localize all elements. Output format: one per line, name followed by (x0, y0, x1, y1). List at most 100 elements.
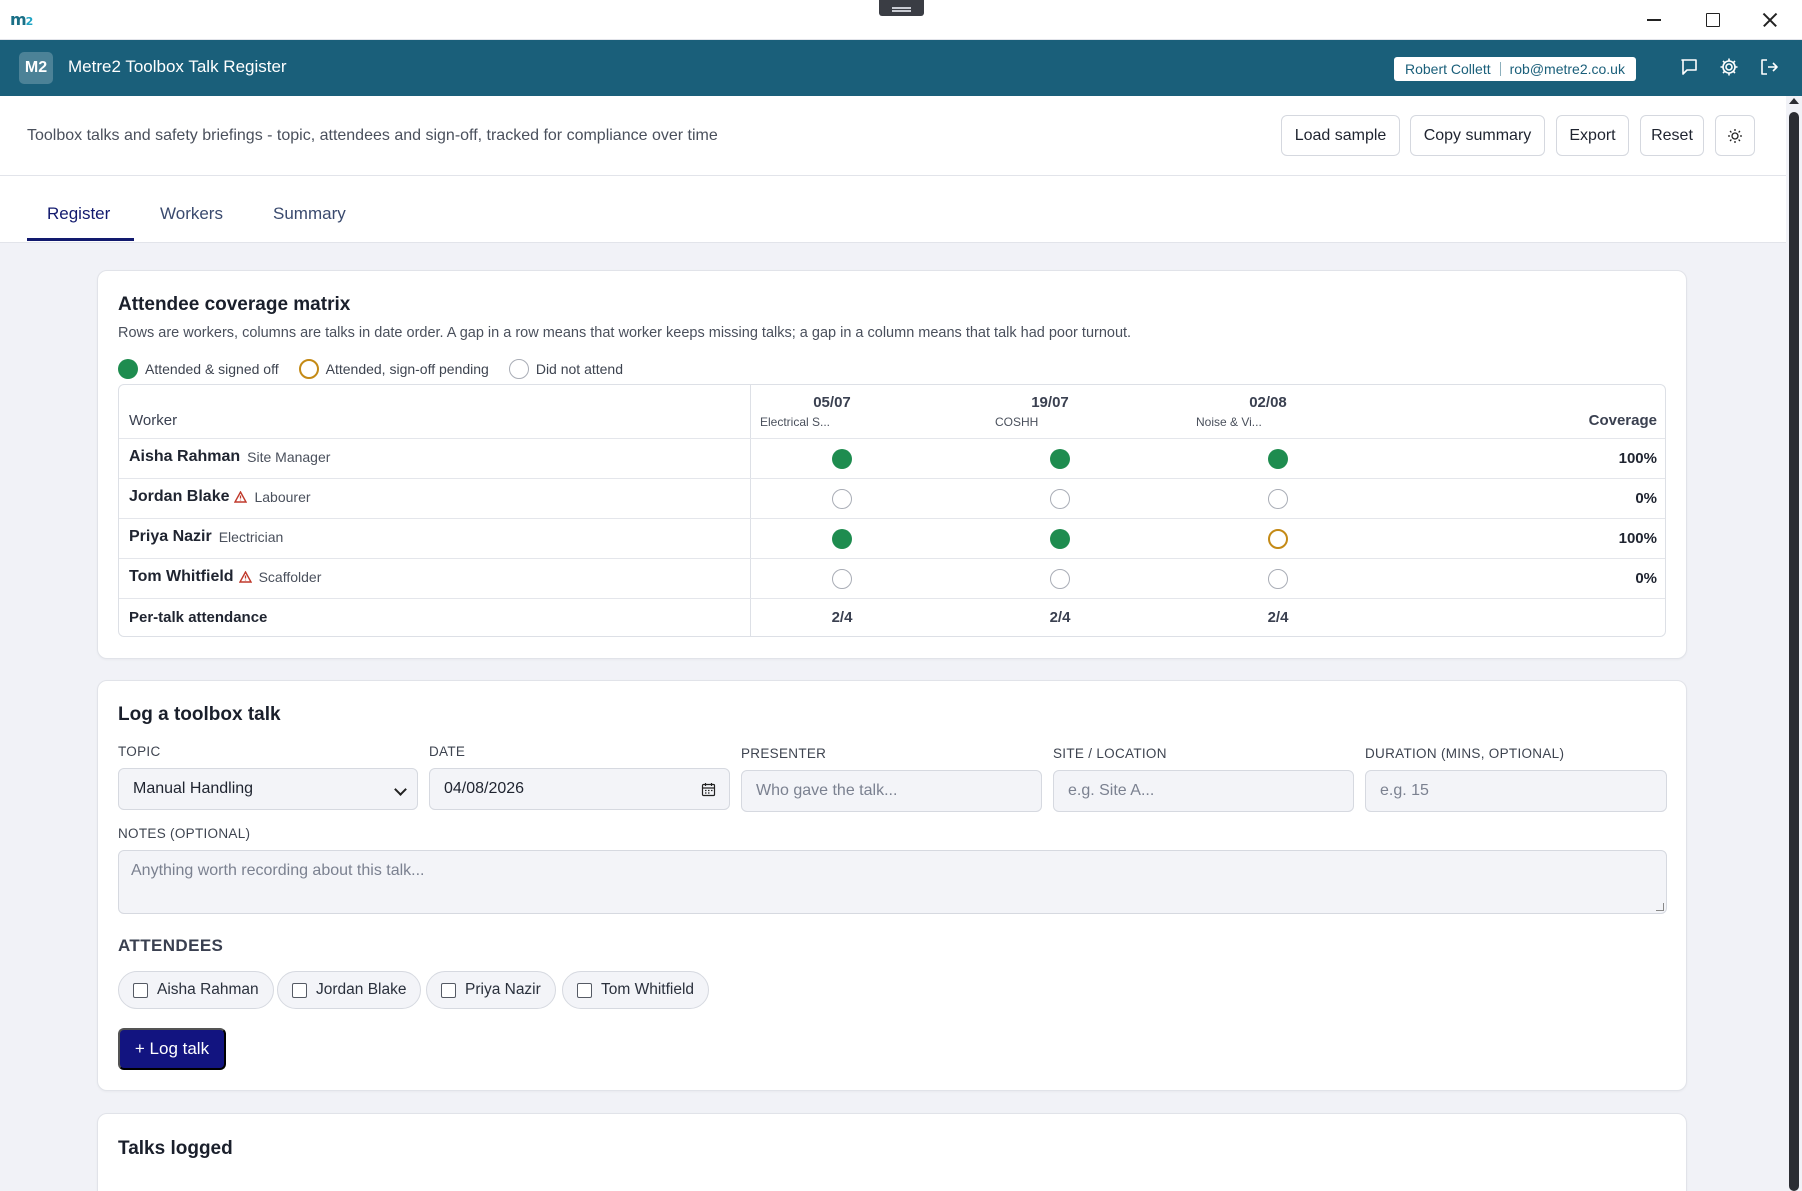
talks-logged-card: Talks logged (97, 1113, 1687, 1191)
topic-label: TOPIC (118, 744, 161, 759)
attendance-status-absent-icon (1050, 569, 1070, 589)
export-button[interactable]: Export (1556, 115, 1629, 156)
settings-icon[interactable] (1718, 56, 1740, 78)
close-window-button[interactable] (1741, 0, 1799, 40)
user-pill[interactable]: Robert Collett rob@metre2.co.uk (1394, 57, 1636, 81)
attendee-chip[interactable]: Jordan Blake (277, 971, 422, 1009)
pending-dot-icon (298, 359, 319, 379)
warning-icon (234, 491, 248, 503)
attendee-chip[interactable]: Tom Whitfield (562, 971, 710, 1009)
matrix-row: Priya Nazir Electrician 100% (119, 519, 1665, 559)
sun-icon (1728, 128, 1742, 143)
attendee-checkbox[interactable] (441, 982, 456, 998)
scroll-up-arrow[interactable] (1789, 98, 1799, 104)
notes-textarea[interactable]: Anything worth recording about this talk… (118, 850, 1667, 914)
theme-toggle-button[interactable] (1715, 115, 1755, 156)
talk-topic: Noise & Vi... (1196, 415, 1262, 429)
legend-pending: Attended, sign-off pending (298, 359, 489, 379)
attendance-label: Per-talk attendance (129, 609, 268, 626)
log-talk-card: Log a toolbox talk TOPIC Manual Handling… (97, 680, 1687, 1091)
toolbar: Toolbox talks and safety briefings - top… (0, 96, 1786, 176)
matrix-row: Tom Whitfield Scaffolder 0% (119, 559, 1665, 599)
attendance-row: Per-talk attendance 2/4 2/4 2/4 (119, 599, 1665, 636)
warning-icon (238, 571, 252, 583)
matrix-legend: Attended & signed off Attended, sign-off… (118, 359, 643, 379)
coverage-value: 100% (1618, 450, 1657, 467)
logout-icon[interactable] (1758, 56, 1780, 78)
matrix-header-row: Worker 05/07 Electrical S... 19/07 COSHH… (119, 385, 1665, 439)
duration-input[interactable]: e.g. 15 (1365, 770, 1667, 812)
notes-label: NOTES (OPTIONAL) (118, 826, 251, 841)
date-input[interactable]: 04/08/2026 (429, 768, 730, 810)
copy-summary-button[interactable]: Copy summary (1410, 115, 1545, 156)
attendance-status-absent-icon (1050, 489, 1070, 509)
duration-label: DURATION (MINS, OPTIONAL) (1365, 746, 1565, 761)
resize-handle[interactable] (1656, 903, 1664, 911)
attendee-checkbox[interactable] (577, 982, 592, 998)
attendee-chip[interactable]: Aisha Rahman (118, 971, 274, 1009)
talks-title: Talks logged (118, 1138, 233, 1159)
tab-workers[interactable]: Workers (160, 204, 223, 224)
coverage-value: 0% (1635, 570, 1657, 587)
log-title: Log a toolbox talk (118, 704, 281, 725)
coverage-value: 100% (1618, 530, 1657, 547)
window-titlebar: m2 (0, 0, 1802, 40)
app-logo: m2 (10, 10, 33, 29)
tab-summary[interactable]: Summary (273, 204, 346, 224)
reset-button[interactable]: Reset (1640, 115, 1704, 156)
legend-absent: Did not attend (508, 359, 623, 379)
tab-register[interactable]: Register (47, 204, 110, 224)
app-badge: M2 (19, 52, 53, 84)
attendance-status-signed-icon (1050, 529, 1070, 549)
coverage-value: 0% (1635, 490, 1657, 507)
user-name: Robert Collett (1405, 61, 1491, 77)
presenter-input[interactable]: Who gave the talk... (741, 770, 1042, 812)
signed-dot-icon (118, 359, 138, 379)
talk-date: 05/07 (813, 394, 851, 411)
attendance-status-signed-icon (832, 449, 852, 469)
attendee-checkbox[interactable] (292, 982, 307, 998)
active-tab-indicator (27, 238, 134, 241)
maximize-button[interactable] (1683, 0, 1741, 40)
absent-dot-icon (508, 359, 529, 379)
tab-bar: Register Workers Summary (0, 176, 1786, 243)
legend-signed: Attended & signed off (118, 359, 279, 379)
window-drag-handle[interactable] (879, 0, 924, 16)
attendee-chip[interactable]: Priya Nazir (426, 971, 556, 1009)
attendance-status-absent-icon (1268, 569, 1288, 589)
attendees-label: ATTENDEES (118, 936, 224, 955)
minimize-button[interactable] (1625, 0, 1683, 40)
attendance-value: 2/4 (831, 609, 853, 626)
date-label: DATE (429, 744, 466, 759)
scrollbar-thumb[interactable] (1789, 112, 1799, 1191)
coverage-matrix-card: Attendee coverage matrix Rows are worker… (97, 270, 1687, 659)
worker-cell: Tom Whitfield Scaffolder (129, 568, 322, 585)
presenter-label: PRESENTER (741, 746, 827, 761)
worker-cell: Jordan Blake Labourer (129, 488, 311, 505)
header-worker: Worker (129, 412, 178, 429)
header-coverage: Coverage (1588, 412, 1657, 429)
user-email: rob@metre2.co.uk (1509, 61, 1625, 77)
talk-date: 02/08 (1249, 394, 1287, 411)
calendar-icon[interactable] (701, 782, 716, 797)
attendee-checkbox[interactable] (133, 982, 148, 998)
app-header: M2 Metre2 Toolbox Talk Register Robert C… (0, 40, 1802, 96)
site-input[interactable]: e.g. Site A... (1053, 770, 1354, 812)
talk-topic: Electrical S... (760, 415, 831, 429)
site-label: SITE / LOCATION (1053, 746, 1167, 761)
matrix-title: Attendee coverage matrix (118, 294, 351, 315)
matrix-row: Jordan Blake Labourer 0% (119, 479, 1665, 519)
matrix-description: Rows are workers, columns are talks in d… (118, 325, 1132, 341)
topic-select[interactable]: Manual Handling (118, 768, 418, 810)
log-talk-button[interactable]: + Log talk (118, 1028, 226, 1070)
coverage-matrix-table: Worker 05/07 Electrical S... 19/07 COSHH… (118, 384, 1666, 637)
feedback-icon[interactable] (1678, 56, 1700, 78)
worker-cell: Priya Nazir Electrician (129, 528, 284, 545)
user-pill-divider (1499, 62, 1501, 76)
attendance-status-signed-icon (832, 529, 852, 549)
attendance-value: 2/4 (1049, 609, 1071, 626)
page-subtitle: Toolbox talks and safety briefings - top… (27, 127, 718, 144)
attendance-value: 2/4 (1267, 609, 1289, 626)
load-sample-button[interactable]: Load sample (1281, 115, 1400, 156)
matrix-row: Aisha Rahman Site Manager 100% (119, 439, 1665, 479)
